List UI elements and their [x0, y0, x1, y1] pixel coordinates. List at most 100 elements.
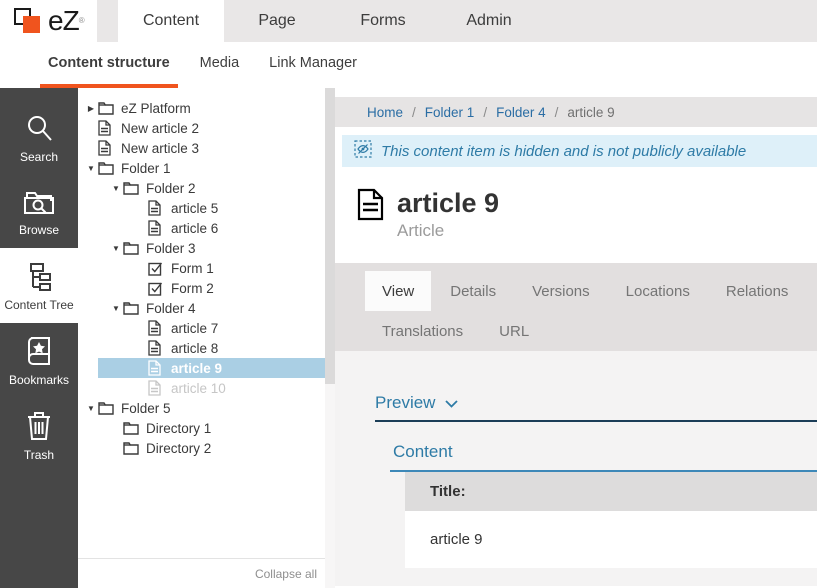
tree-item-form-2[interactable]: Form 2	[78, 278, 325, 298]
expander-expanded-icon[interactable]: ▼	[84, 404, 98, 413]
tree-item-folder-3[interactable]: ▼ Folder 3	[78, 238, 325, 258]
subnav-item-content-structure[interactable]: Content structure	[40, 42, 178, 88]
content-tree-panel: ▶eZ PlatformNew article 2New article 3▼F…	[78, 88, 325, 588]
field-table: Title: article 9	[405, 472, 817, 568]
expander-expanded-icon[interactable]: ▼	[109, 244, 123, 253]
secondary-nav: Content structure Media Link Manager	[0, 42, 817, 88]
sidebar-item-content-tree[interactable]: Content Tree	[0, 248, 78, 323]
sidebar-item-search[interactable]: Search	[0, 100, 78, 175]
tree-item-article-7[interactable]: article 7	[78, 318, 325, 338]
field-value-row: article 9	[405, 511, 817, 568]
folder-icon	[123, 300, 140, 316]
tab-url[interactable]: URL	[482, 311, 546, 351]
sidebar-item-bookmarks[interactable]: Bookmarks	[0, 323, 78, 398]
preview-section-header[interactable]: Preview	[375, 393, 817, 422]
tree-item-directory-1[interactable]: Directory 1	[78, 418, 325, 438]
tab-row-1: ViewDetailsVersionsLocationsRelations	[365, 271, 817, 311]
form-icon	[148, 260, 165, 276]
tree-item-folder-4[interactable]: ▼Folder 4	[78, 298, 325, 318]
logo-orange-square	[23, 16, 40, 33]
tree-item-folder-2[interactable]: ▼Folder 2	[78, 178, 325, 198]
tree-item-label: New article 2	[121, 121, 199, 136]
tab-translations[interactable]: Translations	[365, 311, 480, 351]
article-icon	[98, 120, 115, 136]
tree-item-label: Directory 2	[146, 441, 211, 456]
chevron-down-icon	[445, 393, 458, 413]
hidden-content-notice: This content item is hidden and is not p…	[342, 135, 817, 167]
tree-item-directory-2[interactable]: Directory 2	[78, 438, 325, 458]
tab-locations[interactable]: Locations	[609, 271, 707, 311]
tree-item-folder-1[interactable]: ▼Folder 1	[78, 158, 325, 178]
expander-expanded-icon[interactable]: ▼	[109, 304, 123, 313]
content-title-block: article 9 Article	[357, 188, 817, 241]
hidden-content-notice-text: This content item is hidden and is not p…	[381, 143, 746, 160]
hidden-eye-icon	[354, 140, 372, 162]
preview-label: Preview	[375, 393, 435, 413]
left-sidebar: Search Browse Content Tree BookmarksTrash	[0, 88, 78, 588]
folder-icon	[98, 160, 115, 176]
top-tab-page[interactable]: Page	[224, 0, 330, 42]
folder-icon	[123, 420, 140, 436]
content-tab-bar: ViewDetailsVersionsLocationsRelations Tr…	[335, 263, 817, 351]
tab-relations[interactable]: Relations	[709, 271, 806, 311]
tree-item-article-8[interactable]: article 8	[78, 338, 325, 358]
tree-scrollbar[interactable]	[325, 88, 335, 588]
bookmarks-icon	[25, 336, 53, 366]
tab-versions[interactable]: Versions	[515, 271, 607, 311]
content-tree-icon	[24, 261, 54, 291]
tree-item-article-6[interactable]: article 6	[78, 218, 325, 238]
expander-expanded-icon[interactable]: ▼	[84, 164, 98, 173]
tab-view[interactable]: View	[365, 271, 431, 311]
ez-platform-admin-window: eZ ® ContentPageFormsAdmin Content struc…	[0, 0, 817, 588]
top-tab-forms[interactable]: Forms	[330, 0, 436, 42]
trash-icon	[26, 411, 52, 441]
tree-item-label: Folder 3	[146, 241, 196, 256]
sidebar-item-label: Content Tree	[4, 298, 73, 312]
collapse-all-button[interactable]: Collapse all	[255, 567, 317, 581]
breadcrumb-item-article-9: article 9	[567, 105, 614, 120]
tree-item-label: article 7	[171, 321, 218, 336]
tree-item-label: article 8	[171, 341, 218, 356]
breadcrumb-item-home[interactable]: Home	[367, 105, 403, 120]
field-value: article 9	[430, 531, 483, 548]
field-label-row: Title:	[405, 472, 817, 511]
expander-expanded-icon[interactable]: ▼	[109, 184, 123, 193]
article-icon	[148, 200, 165, 216]
content-type-label: Article	[397, 221, 499, 241]
sidebar-item-label: Search	[20, 150, 58, 164]
tree-scrollbar-thumb[interactable]	[325, 88, 335, 384]
article-icon	[98, 140, 115, 156]
breadcrumb-item-folder-4[interactable]: Folder 4	[496, 105, 546, 120]
folder-icon	[123, 440, 140, 456]
sidebar-item-browse[interactable]: Browse	[0, 175, 78, 248]
breadcrumb-item-folder-1[interactable]: Folder 1	[425, 105, 475, 120]
expander-collapsed-icon[interactable]: ▶	[84, 104, 98, 113]
tree-item-article-10[interactable]: article 10	[78, 378, 325, 398]
tree-item-ez-platform[interactable]: ▶eZ Platform	[78, 98, 325, 118]
tree-item-form-1[interactable]: Form 1	[78, 258, 325, 278]
main-pane: Home/Folder 1/Folder 4/article 9 This co…	[335, 88, 817, 588]
tree-item-article-9[interactable]: article 9	[78, 358, 325, 378]
tree-item-article-5[interactable]: article 5	[78, 198, 325, 218]
tree-item-label: article 10	[171, 381, 226, 396]
tree-item-new-article-2[interactable]: New article 2	[78, 118, 325, 138]
tree-item-folder-5[interactable]: ▼Folder 5	[78, 398, 325, 418]
article-icon	[148, 320, 165, 336]
browse-icon	[23, 188, 55, 216]
tab-row-2: TranslationsURL	[365, 311, 817, 351]
top-tab-content[interactable]: Content	[118, 0, 224, 42]
article-icon	[148, 360, 165, 376]
tree-item-new-article-3[interactable]: New article 3	[78, 138, 325, 158]
app-body: Search Browse Content Tree BookmarksTrash ▶…	[0, 88, 817, 588]
folder-icon	[98, 100, 115, 116]
ez-logo-icon	[12, 4, 46, 38]
sidebar-item-label: Browse	[19, 223, 59, 237]
content-tree-list: ▶eZ PlatformNew article 2New article 3▼F…	[78, 98, 325, 458]
tab-details[interactable]: Details	[433, 271, 513, 311]
app-logo[interactable]: eZ ®	[0, 0, 97, 42]
subnav-item-media[interactable]: Media	[192, 42, 248, 88]
subnav-item-link-manager[interactable]: Link Manager	[261, 42, 365, 88]
sidebar-item-trash[interactable]: Trash	[0, 398, 78, 473]
folder-icon	[123, 180, 140, 196]
top-tab-admin[interactable]: Admin	[436, 0, 542, 42]
